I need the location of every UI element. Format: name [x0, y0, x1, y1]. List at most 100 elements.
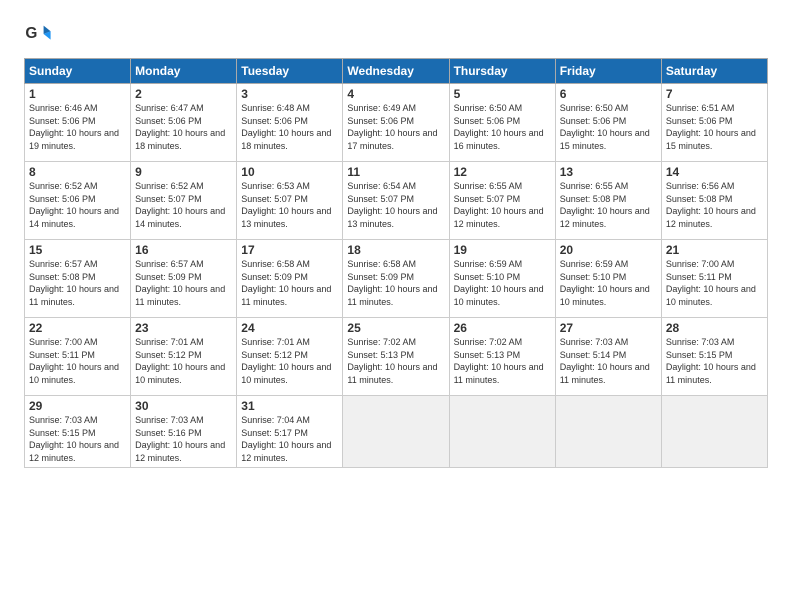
calendar-cell: 2 Sunrise: 6:47 AMSunset: 5:06 PMDayligh… [131, 84, 237, 162]
calendar-cell [661, 396, 767, 468]
day-info: Sunrise: 7:01 AMSunset: 5:12 PMDaylight:… [135, 337, 225, 385]
day-info: Sunrise: 7:00 AMSunset: 5:11 PMDaylight:… [666, 259, 756, 307]
day-number: 3 [241, 87, 338, 101]
day-number: 17 [241, 243, 338, 257]
day-info: Sunrise: 7:03 AMSunset: 5:16 PMDaylight:… [135, 415, 225, 463]
weekday-header: Tuesday [237, 59, 343, 84]
calendar-cell: 16 Sunrise: 6:57 AMSunset: 5:09 PMDaylig… [131, 240, 237, 318]
calendar-cell: 11 Sunrise: 6:54 AMSunset: 5:07 PMDaylig… [343, 162, 449, 240]
day-info: Sunrise: 6:59 AMSunset: 5:10 PMDaylight:… [560, 259, 650, 307]
day-info: Sunrise: 6:50 AMSunset: 5:06 PMDaylight:… [454, 103, 544, 151]
day-number: 23 [135, 321, 232, 335]
day-info: Sunrise: 7:02 AMSunset: 5:13 PMDaylight:… [347, 337, 437, 385]
day-number: 19 [454, 243, 551, 257]
calendar-cell: 31 Sunrise: 7:04 AMSunset: 5:17 PMDaylig… [237, 396, 343, 468]
logo-icon: G [24, 20, 52, 48]
day-number: 7 [666, 87, 763, 101]
calendar-cell: 20 Sunrise: 6:59 AMSunset: 5:10 PMDaylig… [555, 240, 661, 318]
day-number: 9 [135, 165, 232, 179]
weekday-header-row: SundayMondayTuesdayWednesdayThursdayFrid… [25, 59, 768, 84]
day-number: 5 [454, 87, 551, 101]
day-info: Sunrise: 6:52 AMSunset: 5:06 PMDaylight:… [29, 181, 119, 229]
day-number: 10 [241, 165, 338, 179]
day-info: Sunrise: 7:02 AMSunset: 5:13 PMDaylight:… [454, 337, 544, 385]
day-number: 13 [560, 165, 657, 179]
calendar-cell: 23 Sunrise: 7:01 AMSunset: 5:12 PMDaylig… [131, 318, 237, 396]
day-info: Sunrise: 6:55 AMSunset: 5:08 PMDaylight:… [560, 181, 650, 229]
calendar-week-row: 22 Sunrise: 7:00 AMSunset: 5:11 PMDaylig… [25, 318, 768, 396]
day-number: 18 [347, 243, 444, 257]
calendar-cell: 6 Sunrise: 6:50 AMSunset: 5:06 PMDayligh… [555, 84, 661, 162]
day-number: 16 [135, 243, 232, 257]
header: G [24, 20, 768, 48]
day-info: Sunrise: 6:56 AMSunset: 5:08 PMDaylight:… [666, 181, 756, 229]
day-info: Sunrise: 6:47 AMSunset: 5:06 PMDaylight:… [135, 103, 225, 151]
calendar-cell: 15 Sunrise: 6:57 AMSunset: 5:08 PMDaylig… [25, 240, 131, 318]
day-info: Sunrise: 7:00 AMSunset: 5:11 PMDaylight:… [29, 337, 119, 385]
day-info: Sunrise: 6:50 AMSunset: 5:06 PMDaylight:… [560, 103, 650, 151]
calendar-cell: 24 Sunrise: 7:01 AMSunset: 5:12 PMDaylig… [237, 318, 343, 396]
calendar-week-row: 15 Sunrise: 6:57 AMSunset: 5:08 PMDaylig… [25, 240, 768, 318]
calendar-week-row: 29 Sunrise: 7:03 AMSunset: 5:15 PMDaylig… [25, 396, 768, 468]
day-info: Sunrise: 7:03 AMSunset: 5:15 PMDaylight:… [666, 337, 756, 385]
calendar-cell [449, 396, 555, 468]
calendar-cell: 22 Sunrise: 7:00 AMSunset: 5:11 PMDaylig… [25, 318, 131, 396]
calendar-cell: 17 Sunrise: 6:58 AMSunset: 5:09 PMDaylig… [237, 240, 343, 318]
day-info: Sunrise: 6:52 AMSunset: 5:07 PMDaylight:… [135, 181, 225, 229]
calendar-week-row: 8 Sunrise: 6:52 AMSunset: 5:06 PMDayligh… [25, 162, 768, 240]
day-info: Sunrise: 6:48 AMSunset: 5:06 PMDaylight:… [241, 103, 331, 151]
weekday-header: Thursday [449, 59, 555, 84]
day-info: Sunrise: 7:04 AMSunset: 5:17 PMDaylight:… [241, 415, 331, 463]
day-info: Sunrise: 6:57 AMSunset: 5:09 PMDaylight:… [135, 259, 225, 307]
day-info: Sunrise: 6:54 AMSunset: 5:07 PMDaylight:… [347, 181, 437, 229]
day-number: 24 [241, 321, 338, 335]
day-info: Sunrise: 7:03 AMSunset: 5:14 PMDaylight:… [560, 337, 650, 385]
calendar-cell: 1 Sunrise: 6:46 AMSunset: 5:06 PMDayligh… [25, 84, 131, 162]
weekday-header: Saturday [661, 59, 767, 84]
calendar-cell: 26 Sunrise: 7:02 AMSunset: 5:13 PMDaylig… [449, 318, 555, 396]
day-info: Sunrise: 6:57 AMSunset: 5:08 PMDaylight:… [29, 259, 119, 307]
calendar-cell [343, 396, 449, 468]
svg-text:G: G [25, 25, 37, 42]
calendar-cell: 27 Sunrise: 7:03 AMSunset: 5:14 PMDaylig… [555, 318, 661, 396]
day-number: 22 [29, 321, 126, 335]
calendar-cell: 28 Sunrise: 7:03 AMSunset: 5:15 PMDaylig… [661, 318, 767, 396]
weekday-header: Monday [131, 59, 237, 84]
day-number: 6 [560, 87, 657, 101]
day-number: 21 [666, 243, 763, 257]
calendar-cell: 18 Sunrise: 6:58 AMSunset: 5:09 PMDaylig… [343, 240, 449, 318]
day-number: 1 [29, 87, 126, 101]
day-number: 29 [29, 399, 126, 413]
logo: G [24, 20, 56, 48]
calendar-week-row: 1 Sunrise: 6:46 AMSunset: 5:06 PMDayligh… [25, 84, 768, 162]
calendar-cell: 7 Sunrise: 6:51 AMSunset: 5:06 PMDayligh… [661, 84, 767, 162]
day-info: Sunrise: 6:55 AMSunset: 5:07 PMDaylight:… [454, 181, 544, 229]
day-number: 12 [454, 165, 551, 179]
day-number: 25 [347, 321, 444, 335]
day-info: Sunrise: 6:51 AMSunset: 5:06 PMDaylight:… [666, 103, 756, 151]
calendar-cell: 4 Sunrise: 6:49 AMSunset: 5:06 PMDayligh… [343, 84, 449, 162]
calendar-cell: 30 Sunrise: 7:03 AMSunset: 5:16 PMDaylig… [131, 396, 237, 468]
calendar-cell: 10 Sunrise: 6:53 AMSunset: 5:07 PMDaylig… [237, 162, 343, 240]
calendar-cell: 3 Sunrise: 6:48 AMSunset: 5:06 PMDayligh… [237, 84, 343, 162]
calendar-cell: 21 Sunrise: 7:00 AMSunset: 5:11 PMDaylig… [661, 240, 767, 318]
day-info: Sunrise: 6:59 AMSunset: 5:10 PMDaylight:… [454, 259, 544, 307]
calendar-cell: 5 Sunrise: 6:50 AMSunset: 5:06 PMDayligh… [449, 84, 555, 162]
day-info: Sunrise: 6:58 AMSunset: 5:09 PMDaylight:… [241, 259, 331, 307]
day-number: 11 [347, 165, 444, 179]
calendar-cell: 8 Sunrise: 6:52 AMSunset: 5:06 PMDayligh… [25, 162, 131, 240]
page: G SundayMondayTuesdayWednesdayThursdayFr… [0, 0, 792, 612]
day-info: Sunrise: 7:01 AMSunset: 5:12 PMDaylight:… [241, 337, 331, 385]
day-number: 27 [560, 321, 657, 335]
calendar-cell: 14 Sunrise: 6:56 AMSunset: 5:08 PMDaylig… [661, 162, 767, 240]
day-number: 31 [241, 399, 338, 413]
day-info: Sunrise: 7:03 AMSunset: 5:15 PMDaylight:… [29, 415, 119, 463]
day-number: 8 [29, 165, 126, 179]
day-info: Sunrise: 6:53 AMSunset: 5:07 PMDaylight:… [241, 181, 331, 229]
day-number: 28 [666, 321, 763, 335]
day-number: 2 [135, 87, 232, 101]
day-number: 20 [560, 243, 657, 257]
day-number: 14 [666, 165, 763, 179]
calendar-cell: 25 Sunrise: 7:02 AMSunset: 5:13 PMDaylig… [343, 318, 449, 396]
day-info: Sunrise: 6:46 AMSunset: 5:06 PMDaylight:… [29, 103, 119, 151]
